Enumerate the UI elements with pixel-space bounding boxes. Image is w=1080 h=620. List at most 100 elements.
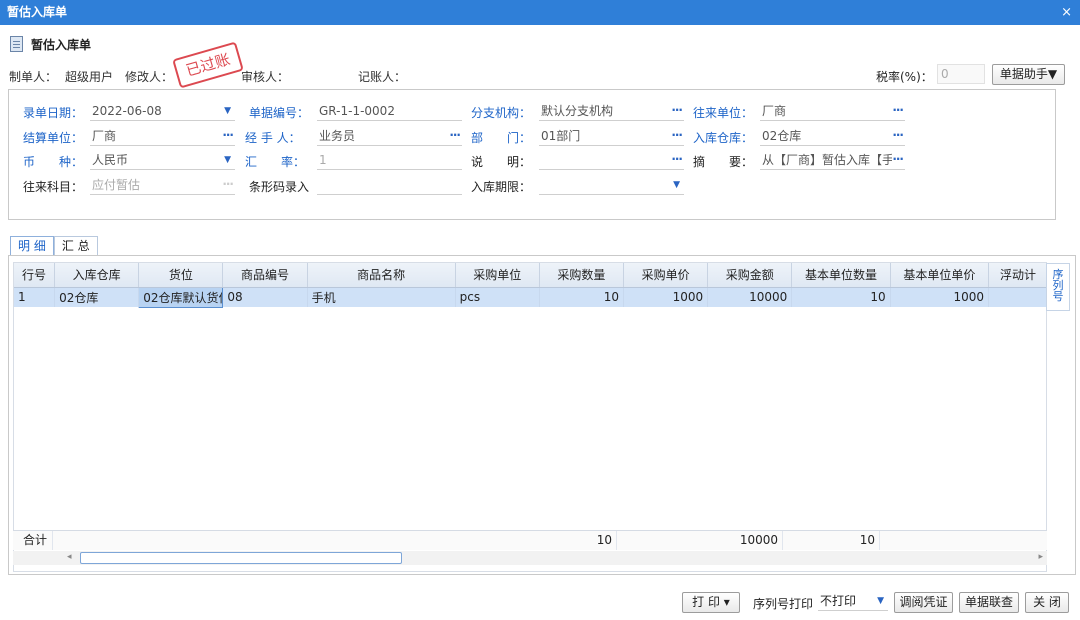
- window-title: 暂估入库单: [7, 5, 68, 19]
- billno-field[interactable]: GR-1-1-0002: [317, 102, 462, 121]
- ellipsis-icon[interactable]: ···: [449, 127, 461, 144]
- account-field[interactable]: 应付暂估 ···: [90, 176, 235, 195]
- total-row: 合计 10 10000 10: [13, 530, 1047, 550]
- period-field[interactable]: ▼: [539, 176, 684, 195]
- cell-warehouse[interactable]: 02仓库: [54, 287, 140, 307]
- window-titlebar: 暂估入库单 ×: [0, 0, 1080, 25]
- ellipsis-icon[interactable]: ···: [671, 127, 683, 144]
- currency-label: 币 种：: [23, 155, 84, 169]
- chevron-down-icon[interactable]: ▼: [224, 102, 231, 120]
- total-label: 合计: [13, 531, 53, 550]
- dept-value: 01部门: [541, 129, 581, 143]
- note-field[interactable]: ···: [539, 151, 684, 170]
- total-base-quantity: 10: [783, 531, 880, 550]
- detail-tabs: 明 细 汇 总: [10, 236, 98, 256]
- rate-field[interactable]: 1: [317, 151, 462, 170]
- serial-number-button[interactable]: 序 列 号: [1046, 263, 1070, 311]
- summary-field[interactable]: 从【厂商】暂估入库【手 ···: [760, 151, 905, 170]
- date-value: 2022-06-08: [92, 104, 162, 118]
- tab-detail[interactable]: 明 细: [10, 236, 54, 256]
- bill-form: 录单日期： 2022-06-08 ▼ 单据编号： GR-1-1-0002 分支机…: [8, 89, 1056, 220]
- cell-base-quantity[interactable]: 10: [791, 287, 891, 307]
- ellipsis-icon[interactable]: ···: [671, 151, 683, 168]
- tab-summary[interactable]: 汇 总: [53, 236, 98, 256]
- table-row[interactable]: 1 02仓库 02仓库默认货位 08 手机 pcs 10 1000 10000 …: [14, 286, 1046, 308]
- row-number[interactable]: 1: [14, 287, 56, 307]
- total-quantity: 10: [534, 531, 617, 550]
- detail-grid: 行号 入库仓库 货位 商品编号 商品名称 采购单位 采购数量 采购单价 采购金额…: [13, 262, 1047, 572]
- total-amount: 10000: [700, 531, 783, 550]
- ellipsis-icon: ···: [222, 177, 234, 191]
- settle-field[interactable]: 厂商 ···: [90, 127, 235, 146]
- warehouse-field[interactable]: 02仓库 ···: [760, 127, 905, 146]
- rate-value: 1: [319, 153, 327, 167]
- cell-amount[interactable]: 10000: [707, 287, 793, 307]
- bill-helper-button[interactable]: 单据助手▼: [992, 64, 1065, 85]
- posted-stamp: 已过账: [172, 41, 244, 89]
- ellipsis-icon[interactable]: ···: [222, 127, 234, 144]
- serial-print-select[interactable]: 不打印 ▼: [818, 592, 888, 611]
- column-header[interactable]: 商品名称: [307, 263, 456, 288]
- view-voucher-button[interactable]: 调阅凭证: [894, 592, 953, 613]
- document-header: 暂估入库单: [10, 34, 91, 54]
- barcode-input[interactable]: [317, 176, 462, 195]
- date-field[interactable]: 2022-06-08 ▼: [90, 102, 235, 121]
- dept-field[interactable]: 01部门 ···: [539, 127, 684, 146]
- column-header[interactable]: 行号: [14, 263, 56, 288]
- settle-value: 厂商: [92, 129, 117, 143]
- ellipsis-icon[interactable]: ···: [892, 102, 904, 119]
- column-header[interactable]: 基本单位数量: [791, 263, 891, 288]
- chevron-down-icon[interactable]: ▼: [224, 151, 231, 169]
- linked-query-button[interactable]: 单据联查: [959, 592, 1019, 613]
- column-header[interactable]: 基本单位单价: [890, 263, 990, 288]
- warehouse-value: 02仓库: [762, 129, 802, 143]
- dept-label: 部 门：: [471, 131, 532, 145]
- print-button[interactable]: 打 印 ▾: [682, 592, 740, 613]
- branch-field[interactable]: 默认分支机构 ···: [539, 102, 684, 121]
- scroll-right-icon[interactable]: ▸: [1038, 552, 1043, 562]
- maker-label: 制单人：: [9, 70, 58, 84]
- close-button[interactable]: 关 闭: [1025, 592, 1069, 613]
- table-header-row: 行号 入库仓库 货位 商品编号 商品名称 采购单位 采购数量 采购单价 采购金额…: [14, 263, 1046, 288]
- warehouse-label: 入库仓库：: [693, 131, 754, 145]
- modifier-label: 修改人：: [125, 70, 174, 84]
- cell-quantity[interactable]: 10: [539, 287, 624, 307]
- column-header[interactable]: 商品编号: [222, 263, 308, 288]
- cell-base-price[interactable]: 1000: [890, 287, 990, 307]
- cell-floating[interactable]: [988, 287, 1046, 307]
- branch-value: 默认分支机构: [541, 104, 614, 118]
- column-header[interactable]: 入库仓库: [54, 263, 140, 288]
- column-header[interactable]: 浮动计: [988, 263, 1046, 288]
- scroll-left-icon[interactable]: ◂: [67, 552, 72, 562]
- branch-label: 分支机构：: [471, 106, 532, 120]
- column-header[interactable]: 采购单位: [455, 263, 540, 288]
- chevron-down-icon[interactable]: ▼: [673, 176, 680, 194]
- period-label: 入库期限：: [471, 180, 532, 194]
- handler-field[interactable]: 业务员 ···: [317, 127, 462, 146]
- billno-label: 单据编号：: [249, 106, 310, 120]
- horizontal-scrollbar[interactable]: ◂ ▸: [13, 551, 1047, 565]
- ellipsis-icon[interactable]: ···: [892, 151, 904, 168]
- scrollbar-thumb[interactable]: [80, 552, 402, 564]
- cell-location[interactable]: 02仓库默认货位: [138, 286, 224, 308]
- cell-product-name[interactable]: 手机: [307, 287, 456, 307]
- column-header[interactable]: 采购金额: [707, 263, 793, 288]
- summary-label: 摘 要：: [693, 155, 754, 169]
- close-icon[interactable]: ×: [1061, 0, 1072, 25]
- column-header[interactable]: 货位: [138, 263, 224, 288]
- tax-rate-input[interactable]: 0: [937, 64, 985, 84]
- ellipsis-icon[interactable]: ···: [671, 102, 683, 119]
- column-header[interactable]: 采购单价: [623, 263, 709, 288]
- currency-field[interactable]: 人民币 ▼: [90, 151, 235, 170]
- cell-unit[interactable]: pcs: [455, 287, 540, 307]
- cell-unit-price[interactable]: 1000: [623, 287, 709, 307]
- ellipsis-icon[interactable]: ···: [892, 127, 904, 144]
- partner-value: 厂商: [762, 104, 787, 118]
- maker-value: 超级用户: [65, 70, 114, 84]
- column-header[interactable]: 采购数量: [539, 263, 624, 288]
- handler-value: 业务员: [319, 129, 356, 143]
- partner-field[interactable]: 厂商 ···: [760, 102, 905, 121]
- detail-grid-panel: 行号 入库仓库 货位 商品编号 商品名称 采购单位 采购数量 采购单价 采购金额…: [8, 255, 1076, 575]
- chevron-down-icon[interactable]: ▼: [877, 592, 884, 610]
- cell-product-code[interactable]: 08: [222, 287, 308, 307]
